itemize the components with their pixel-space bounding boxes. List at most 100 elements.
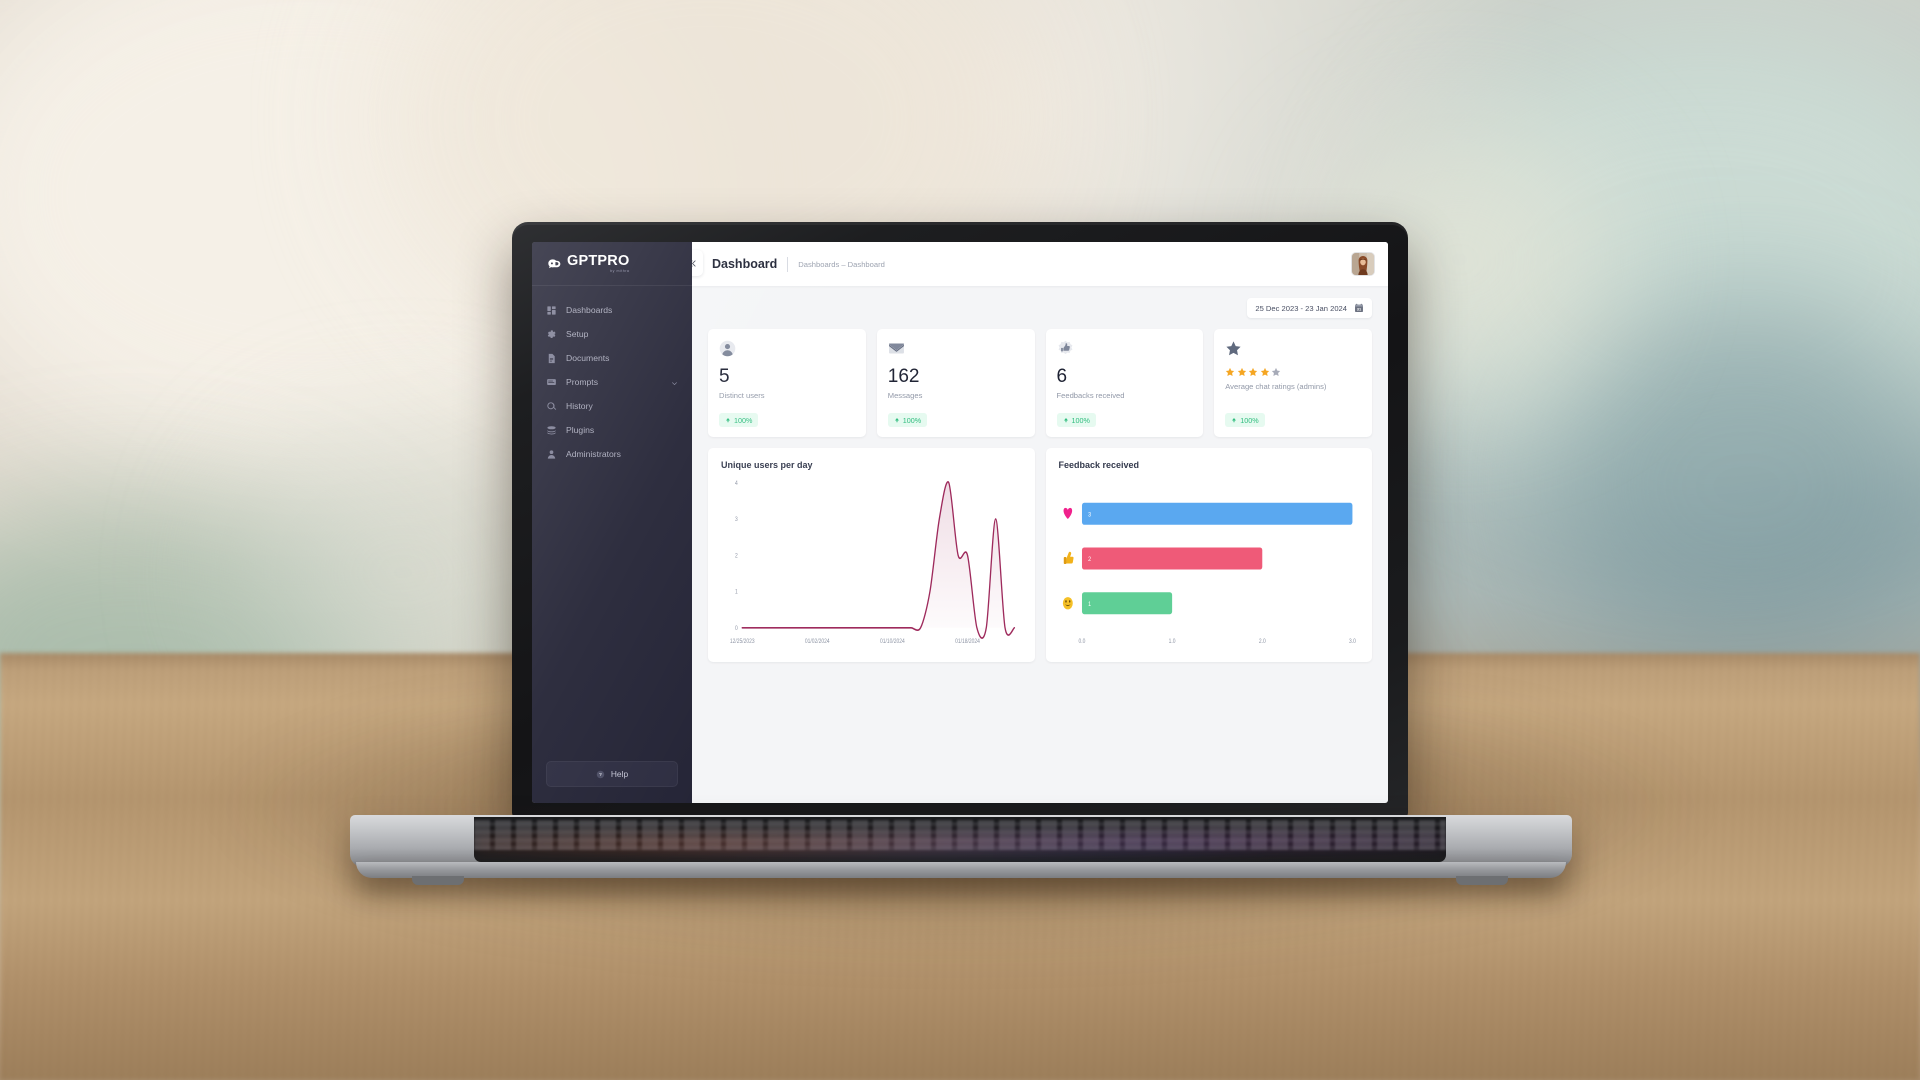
help-button[interactable]: ? Help — [546, 761, 678, 787]
user-circle-icon — [719, 340, 736, 357]
sidebar-item-label: History — [566, 401, 593, 411]
user-icon — [546, 449, 557, 460]
bar[interactable] — [1081, 502, 1352, 525]
star-icon — [1226, 367, 1235, 376]
sidebar-item-prompts[interactable]: Prompts — [532, 370, 692, 394]
sidebar-item-history[interactable]: History — [532, 394, 692, 418]
status-badge: 100% — [887, 413, 928, 427]
main-area: Dashboard Dashboards – Dashboard 25 Dec … — [681, 242, 1388, 803]
stat-card-feedbacks: 6 Feedbacks received 100% — [1045, 329, 1204, 437]
star-icon — [1237, 367, 1246, 376]
question-circle-icon: ? — [596, 770, 605, 779]
bar-chart: 3 2 1 0.0 1.0 2.0 3.0 — [1059, 476, 1360, 652]
line-chart-area — [742, 481, 1015, 639]
badge-value: 100% — [1071, 415, 1090, 425]
laptop-foot — [1456, 876, 1508, 885]
sidebar: GPTPRO by mithra Dashboards Setup Docume… — [532, 242, 692, 803]
status-badge: 100% — [1225, 413, 1265, 427]
arrow-up-icon — [1232, 418, 1237, 423]
star-icon — [1249, 367, 1258, 376]
star-icon — [1260, 367, 1269, 376]
stat-card-messages: 162 Messages 100% — [876, 329, 1035, 437]
chart-card-feedback: Feedback received 3 2 1 0.0 1.0 2.0 3.0 — [1045, 448, 1372, 662]
x-axis-tick: 0.0 — [1078, 639, 1085, 646]
breadcrumb: Dashboards – Dashboard — [798, 259, 885, 269]
sidebar-item-administrators[interactable]: Administrators — [532, 442, 692, 466]
x-axis-tick: 1.0 — [1168, 639, 1175, 646]
rating-stars — [1225, 367, 1361, 377]
bar-row: 1 — [1062, 592, 1172, 615]
divider — [787, 256, 789, 272]
laptop-base-front — [356, 862, 1566, 878]
keyboard-deck — [474, 817, 1446, 862]
x-axis-tick: 01/18/2024 — [955, 639, 980, 646]
sidebar-item-label: Documents — [566, 353, 610, 363]
sidebar-item-setup[interactable]: Setup — [532, 322, 692, 346]
avatar[interactable] — [1352, 253, 1374, 275]
calendar-icon: 31 — [1354, 303, 1364, 313]
chart-grid: Unique users per day 0 1 2 3 4 12/25/2023 01/0… — [708, 448, 1372, 662]
laptop-foot — [412, 876, 464, 885]
y-axis-tick: 1 — [735, 589, 738, 596]
status-badge: 100% — [1056, 413, 1096, 427]
brand-name: GPTPRO — [567, 252, 630, 269]
sidebar-item-label: Setup — [566, 329, 589, 339]
sidebar-item-plugins[interactable]: Plugins — [532, 418, 692, 442]
bar[interactable] — [1081, 547, 1262, 570]
badge-value: 100% — [1240, 415, 1259, 425]
stat-value: 162 — [887, 366, 920, 387]
chart-card-unique-users: Unique users per day 0 1 2 3 4 12/25/2023 01/0… — [708, 448, 1035, 662]
date-range-label: 25 Dec 2023 - 23 Jan 2024 — [1255, 303, 1347, 313]
stat-card-grid: 5 Distinct users 100% 162 Messages 100% … — [708, 329, 1372, 437]
laptop-mockup: GPTPRO by mithra Dashboards Setup Docume… — [0, 0, 1920, 1080]
page-title: Dashboard — [712, 257, 778, 271]
star-icon — [1225, 340, 1242, 357]
topbar: Dashboard Dashboards – Dashboard — [681, 242, 1388, 286]
avatar-photo — [1352, 253, 1374, 275]
keyboard-backlight — [474, 817, 1446, 862]
bar[interactable] — [1081, 592, 1172, 615]
date-range-picker[interactable]: 25 Dec 2023 - 23 Jan 2024 31 — [1247, 298, 1372, 318]
y-axis-tick: 0 — [735, 626, 738, 633]
stat-value: 6 — [1056, 366, 1068, 387]
x-axis-tick: 2.0 — [1258, 639, 1265, 646]
stat-card-avg-rating: Average chat ratings (admins) 100% — [1214, 329, 1372, 437]
laptop-screen: GPTPRO by mithra Dashboards Setup Docume… — [532, 242, 1388, 803]
y-axis-tick: 3 — [735, 517, 738, 524]
line-chart: 0 1 2 3 4 12/25/2023 01/02/2024 01/10/2024 01/18… — [721, 476, 1022, 652]
dashboard-content: 25 Dec 2023 - 23 Jan 2024 31 5 Distinct … — [692, 286, 1388, 803]
layers-icon — [546, 425, 557, 436]
badge-value: 100% — [734, 415, 753, 425]
stat-label: Distinct users — [719, 390, 765, 400]
y-axis-tick: 2 — [735, 553, 738, 560]
bar-row: 2 — [1063, 547, 1262, 570]
x-axis-tick: 01/10/2024 — [880, 639, 905, 646]
laptop-lid: GPTPRO by mithra Dashboards Setup Docume… — [512, 222, 1408, 817]
search-icon — [546, 401, 557, 412]
stat-label: Messages — [887, 390, 923, 400]
arrow-up-icon — [726, 418, 730, 423]
x-axis-tick: 01/02/2024 — [805, 639, 830, 646]
toolbar-row: 25 Dec 2023 - 23 Jan 2024 31 — [708, 298, 1372, 318]
stat-label: Average chat ratings (admins) — [1225, 382, 1327, 391]
help-button-label: Help — [610, 769, 629, 779]
brand-logo[interactable]: GPTPRO by mithra — [532, 242, 692, 286]
sidebar-item-dashboards[interactable]: Dashboards — [532, 298, 692, 322]
stat-card-distinct-users: 5 Distinct users 100% — [708, 329, 866, 437]
sidebar-nav: Dashboards Setup Documents Prompts Histo… — [532, 286, 692, 761]
arrow-up-icon — [894, 418, 899, 423]
bar-row: 3 — [1063, 502, 1352, 525]
sidebar-item-documents[interactable]: Documents — [532, 346, 692, 370]
chart-title: Feedback received — [1058, 460, 1140, 470]
thumbs-up-icon — [1057, 340, 1074, 357]
x-axis-tick: 12/25/2023 — [730, 639, 755, 646]
sidebar-footer: ? Help — [532, 761, 692, 803]
star-icon — [1272, 367, 1281, 376]
sidebar-item-label: Dashboards — [566, 305, 613, 315]
brand-subtitle: by mithra — [610, 268, 630, 273]
y-axis-tick: 4 — [735, 480, 738, 487]
chat-bubble-logo-icon — [547, 257, 563, 273]
chevron-down-icon[interactable] — [671, 379, 678, 386]
sidebar-item-label: Administrators — [566, 449, 621, 459]
message-icon — [546, 377, 557, 388]
